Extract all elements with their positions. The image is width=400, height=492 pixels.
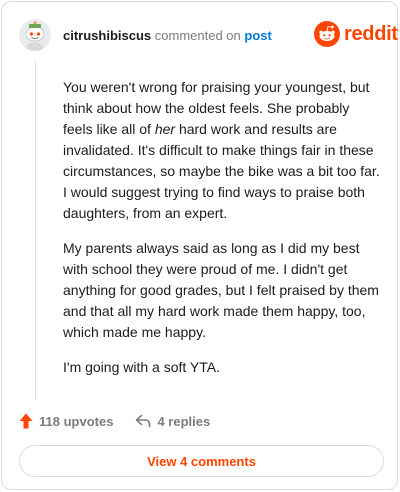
reply-arrow-icon	[136, 414, 151, 428]
comment-footer: 118 upvotes 4 replies	[19, 410, 210, 432]
thread-line[interactable]	[35, 60, 36, 400]
brand-wordmark: reddit	[344, 23, 398, 45]
upvote-button[interactable]: 118 upvotes	[19, 413, 113, 429]
reply-count: 4 replies	[157, 413, 211, 429]
snoo-avatar-icon	[19, 19, 51, 51]
comment-header: citrushibiscus commented on post	[63, 28, 272, 43]
action-text: commented on	[154, 28, 241, 43]
upvote-arrow-icon	[19, 413, 33, 429]
reddit-logo-icon	[314, 21, 340, 47]
emphasis-text: her	[154, 121, 176, 137]
comment-body: You weren't wrong for praising your youn…	[63, 77, 381, 392]
post-link[interactable]: post	[244, 28, 271, 43]
comment-paragraph-3: I'm going with a soft YTA.	[63, 359, 221, 375]
comment-card: citrushibiscus commented on post reddit …	[1, 1, 398, 490]
comment-paragraph-1: You weren't wrong for praising your youn…	[63, 79, 380, 221]
username[interactable]: citrushibiscus	[63, 28, 151, 43]
comment-paragraph-2: My parents always said as long as I did …	[63, 240, 379, 340]
reddit-brand[interactable]: reddit	[314, 21, 398, 47]
user-avatar[interactable]	[19, 19, 51, 51]
replies-button[interactable]: 4 replies	[135, 414, 210, 429]
view-comments-button[interactable]: View 4 comments	[19, 445, 384, 477]
upvote-count: 118 upvotes	[39, 413, 114, 429]
